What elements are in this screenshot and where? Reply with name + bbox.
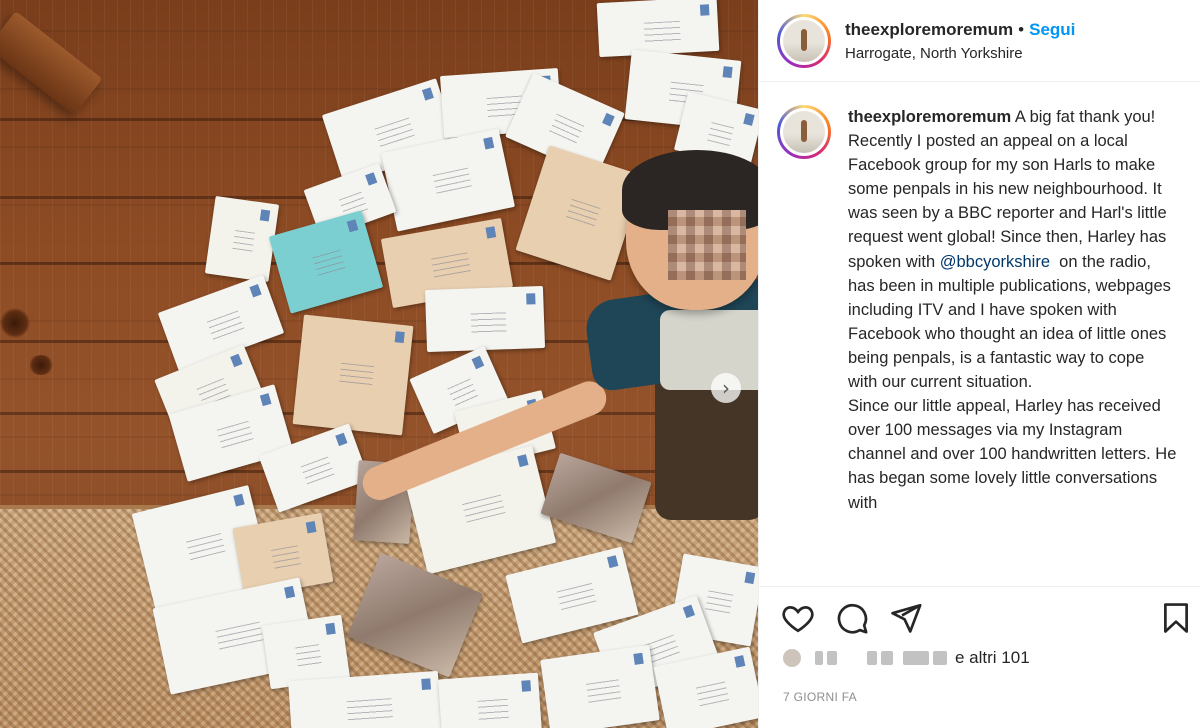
pixelated-face-blur — [668, 210, 746, 280]
wooden-beam — [0, 11, 103, 115]
likes-count-text[interactable]: e altri 101 — [955, 648, 1030, 668]
caption-text: theexploremoremum A big fat thank you! R… — [848, 105, 1178, 586]
caption-line-1: A big fat thank you! — [1014, 108, 1156, 126]
caption-username[interactable]: theexploremoremum — [848, 108, 1011, 126]
heart-icon[interactable] — [781, 601, 815, 635]
caption-paragraph-2a: Recently I posted an appeal on a local F… — [848, 132, 1167, 271]
caption-paragraph-2b: on the radio, has been in multiple publi… — [848, 252, 1176, 392]
follow-button[interactable]: Segui — [1029, 20, 1075, 40]
caption-paragraph-3: Since our little appeal, Harley has rece… — [848, 397, 1177, 512]
likes-summary[interactable]: e altri 101 — [783, 648, 1030, 668]
separator-dot: • — [1018, 19, 1025, 39]
post-photo[interactable]: › — [0, 0, 758, 728]
chevron-right-icon: › — [722, 376, 730, 400]
post-header: theexploremoremum • Segui Harrogate, Nor… — [759, 0, 1200, 82]
bookmark-icon[interactable] — [1159, 601, 1193, 635]
comment-icon[interactable] — [835, 601, 869, 635]
mention-link[interactable]: @bbcyorkshire — [940, 253, 1050, 271]
avatar[interactable] — [777, 13, 831, 68]
boy-legs — [655, 370, 758, 520]
send-icon[interactable] — [889, 601, 923, 635]
post-sidebar: theexploremoremum • Segui Harrogate, Nor… — [758, 0, 1200, 728]
location-link[interactable]: Harrogate, North Yorkshire — [845, 45, 1075, 62]
post-timestamp[interactable]: 7 GIORNI FA — [783, 690, 857, 704]
header-username[interactable]: theexploremoremum — [845, 20, 1013, 40]
caption-avatar[interactable] — [777, 105, 831, 159]
carousel-next-button[interactable]: › — [711, 373, 741, 403]
caption-comments[interactable]: theexploremoremum A big fat thank you! R… — [759, 83, 1200, 586]
blurred-text — [815, 651, 823, 665]
liker-avatar-blurred[interactable] — [783, 649, 801, 667]
